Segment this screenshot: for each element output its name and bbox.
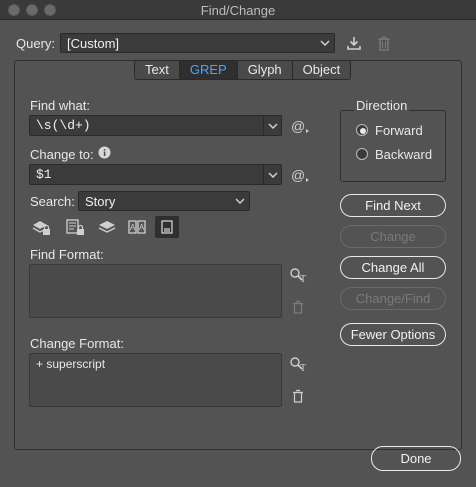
change-to-value: $1 (36, 167, 52, 182)
include-locked-stories-icon[interactable] (64, 217, 86, 237)
direction-backward-label[interactable]: Backward (375, 147, 432, 162)
mode-tabs: Text GREP Glyph Object (134, 60, 352, 80)
find-format-area[interactable] (29, 264, 282, 318)
direction-forward-label[interactable]: Forward (375, 123, 423, 138)
svg-text:@: @ (291, 118, 305, 134)
chevron-down-icon (316, 34, 334, 52)
change-all-button[interactable]: Change All (340, 256, 446, 279)
specify-find-format-icon[interactable]: T (288, 266, 308, 284)
tab-text[interactable]: Text (135, 61, 180, 79)
change-to-dropdown[interactable] (263, 165, 281, 184)
change-to-input[interactable]: $1 (29, 164, 282, 185)
svg-text:T: T (300, 274, 306, 283)
search-scope-value: Story (85, 194, 116, 209)
direction-forward-radio[interactable] (356, 124, 368, 136)
include-master-pages-icon[interactable]: AA (126, 217, 148, 237)
find-what-label: Find what: (30, 98, 90, 113)
svg-text:A: A (130, 223, 136, 232)
clear-change-format-icon[interactable] (290, 387, 306, 405)
query-select[interactable]: [Custom] (60, 33, 335, 53)
change-to-label: Change to: (30, 147, 94, 162)
fewer-options-button[interactable]: Fewer Options (340, 323, 446, 346)
direction-group (340, 110, 446, 182)
special-characters-change-icon[interactable]: @ (290, 166, 312, 184)
include-footnotes-icon[interactable] (155, 216, 179, 238)
find-what-input[interactable]: \s(\d+) (29, 115, 282, 136)
window-title: Find/Change (200, 3, 276, 18)
search-scope-select[interactable]: Story (78, 191, 250, 211)
change-format-value: + superscript (36, 357, 106, 371)
svg-text:T: T (300, 363, 306, 372)
delete-query-icon[interactable] (375, 34, 393, 52)
special-characters-find-icon[interactable]: @ (290, 117, 312, 135)
tab-grep[interactable]: GREP (179, 61, 238, 79)
query-value: [Custom] (67, 36, 120, 51)
find-next-button[interactable]: Find Next (340, 194, 446, 217)
include-hidden-layers-icon[interactable] (96, 217, 118, 237)
clear-find-format-icon[interactable] (290, 298, 306, 316)
tab-glyph[interactable]: Glyph (238, 61, 293, 79)
include-locked-layers-icon[interactable] (30, 217, 52, 237)
svg-text:@: @ (291, 167, 305, 183)
chevron-down-icon (267, 171, 278, 178)
info-icon[interactable] (97, 145, 111, 159)
direction-label: Direction (354, 98, 410, 113)
change-button[interactable]: Change (340, 225, 446, 248)
direction-backward-radio[interactable] (356, 148, 368, 160)
svg-text:A: A (139, 223, 145, 232)
search-label: Search: (30, 194, 75, 209)
find-format-label: Find Format: (30, 247, 104, 262)
chevron-down-icon (267, 122, 278, 129)
find-what-value: \s(\d+) (36, 118, 91, 133)
query-label: Query: (16, 36, 56, 51)
change-find-button[interactable]: Change/Find (340, 287, 446, 310)
tab-object[interactable]: Object (293, 61, 351, 79)
find-what-dropdown[interactable] (263, 116, 281, 135)
specify-change-format-icon[interactable]: T (288, 355, 308, 373)
change-format-area[interactable]: + superscript (29, 353, 282, 407)
done-button[interactable]: Done (371, 446, 461, 471)
find-change-dialog: Query: [Custom] Text GREP Glyph Object F… (0, 20, 476, 487)
title-bar: Find/Change (0, 0, 476, 20)
chevron-down-icon (231, 192, 249, 210)
save-query-icon[interactable] (345, 34, 363, 52)
change-format-label: Change Format: (30, 336, 124, 351)
